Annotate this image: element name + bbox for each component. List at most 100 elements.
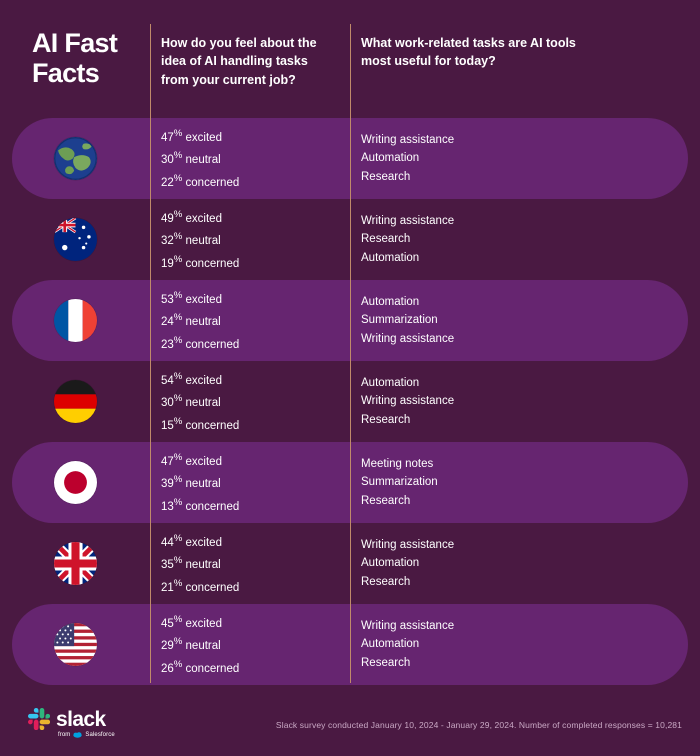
sentiment-percent: 32 (161, 235, 174, 248)
survey-note: Slack survey conducted January 10, 2024 … (275, 720, 682, 730)
percent-sign: % (173, 231, 183, 243)
sentiment-label: neutral (185, 559, 221, 572)
row-tasks-cell: Writing assistance Automation Research (361, 118, 680, 199)
sentiment-label: neutral (185, 316, 221, 329)
sentiment-percent: 19 (161, 257, 174, 270)
globe-earth-icon (53, 137, 97, 180)
percent-sign: % (173, 334, 183, 346)
percent-sign: % (173, 636, 183, 648)
salesforce-tagline-prefix: from (58, 732, 71, 738)
percent-sign: % (173, 577, 183, 589)
percent-sign: % (173, 128, 183, 140)
sentiment-line: 19% concerned (161, 251, 346, 273)
percent-sign: % (173, 312, 183, 324)
task-item: Writing assistance (361, 133, 455, 146)
sentiment-label: excited (185, 374, 222, 387)
sentiment-label: concerned (185, 338, 240, 351)
sentiment-percent: 54 (161, 374, 174, 387)
task-item: Research (361, 413, 411, 426)
sentiment-label: excited (185, 212, 222, 225)
sentiment-line: 53% excited (161, 287, 346, 309)
sentiment-label: excited (185, 455, 222, 468)
task-item: Automation (361, 557, 420, 570)
task-item: Writing assistance (361, 619, 455, 632)
sentiment-percent: 22 (161, 176, 174, 189)
sentiment-percent: 53 (161, 293, 174, 306)
row-sentiment-cell: 47% excited 30% neutral 22% concerned (161, 118, 346, 199)
sentiment-line: 35% neutral (161, 552, 346, 574)
sentiment-label: excited (185, 536, 222, 549)
sentiment-percent: 23 (161, 338, 174, 351)
task-item: Research (361, 494, 411, 507)
sentiment-percent: 13 (161, 500, 174, 513)
sentiment-percent: 39 (161, 478, 174, 491)
sentiment-line: 13% concerned (161, 494, 346, 516)
task-item: Research (361, 170, 411, 183)
sentiment-label: concerned (185, 419, 240, 432)
percent-sign: % (173, 393, 183, 405)
sentiment-line: 21% concerned (161, 575, 346, 597)
row-region-cell (0, 604, 150, 685)
salesforce-tagline-suffix: Salesforce (85, 732, 115, 738)
task-item: Research (361, 233, 411, 246)
sentiment-line: 47% excited (161, 449, 346, 471)
slack-wordmark: slack (56, 707, 106, 731)
row-sentiment-cell: 49% excited 32% neutral 19% concerned (161, 199, 346, 280)
row-region-cell (0, 280, 150, 361)
row-region-cell (0, 118, 150, 199)
row-tasks-cell: Writing assistance Research Automation (361, 199, 680, 280)
percent-sign: % (173, 474, 183, 486)
flag-australia-icon (53, 218, 97, 261)
percent-sign: % (173, 209, 183, 221)
sentiment-line: 44% excited (161, 530, 346, 552)
percent-sign: % (173, 555, 183, 567)
sentiment-line: 23% concerned (161, 332, 346, 354)
column-divider-2 (350, 24, 352, 683)
flag-germany-icon (53, 380, 97, 423)
sentiment-line: 26% concerned (161, 656, 346, 678)
task-item: Writing assistance (361, 332, 455, 345)
sentiment-label: concerned (185, 662, 240, 675)
sentiment-label: concerned (185, 581, 240, 594)
row-region-cell (0, 199, 150, 280)
page-title: AI Fast Facts (32, 28, 118, 89)
row-tasks-cell: Meeting notes Summarization Research (361, 442, 680, 523)
task-item: Automation (361, 251, 420, 264)
row-sentiment-cell: 45% excited 29% neutral 26% concerned (161, 604, 346, 685)
task-item: Summarization (361, 476, 438, 489)
sentiment-percent: 21 (161, 581, 174, 594)
sentiment-line: 22% concerned (161, 170, 346, 192)
task-item: Writing assistance (361, 214, 455, 227)
percent-sign: % (173, 172, 183, 184)
sentiment-percent: 30 (161, 397, 174, 410)
sentiment-line: 39% neutral (161, 471, 346, 493)
sentiment-label: excited (185, 131, 222, 144)
sentiment-label: neutral (185, 640, 221, 653)
row-sentiment-cell: 53% excited 24% neutral 23% concerned (161, 280, 346, 361)
row-region-cell (0, 361, 150, 442)
column-header-tasks-question: What work-related tasks are AI tools mos… (361, 36, 576, 69)
row-tasks-cell: Writing assistance Automation Research (361, 604, 680, 685)
row-tasks-cell: Automation Summarization Writing assistanc… (361, 280, 680, 361)
percent-sign: % (173, 452, 183, 464)
sentiment-percent: 45 (161, 617, 174, 630)
sentiment-line: 47% excited (161, 125, 346, 147)
sentiment-percent: 26 (161, 662, 174, 675)
sentiment-label: neutral (185, 154, 221, 167)
slack-logo: slack from Salesforce (28, 708, 115, 738)
sentiment-line: 30% neutral (161, 147, 346, 169)
column-divider-1 (150, 24, 152, 683)
column-header-sentiment-question: How do you feel about the idea of AI han… (161, 36, 317, 87)
sentiment-percent: 44 (161, 536, 174, 549)
task-item: Research (361, 575, 411, 588)
percent-sign: % (173, 533, 183, 545)
flag-united-kingdom-icon (53, 542, 97, 585)
sentiment-label: concerned (185, 500, 240, 513)
task-item: Automation (361, 638, 420, 651)
sentiment-line: 30% neutral (161, 390, 346, 412)
percent-sign: % (173, 290, 183, 302)
sentiment-label: neutral (185, 397, 221, 410)
sentiment-line: 54% excited (161, 368, 346, 390)
salesforce-cloud-icon (73, 732, 83, 738)
sentiment-percent: 35 (161, 559, 174, 572)
